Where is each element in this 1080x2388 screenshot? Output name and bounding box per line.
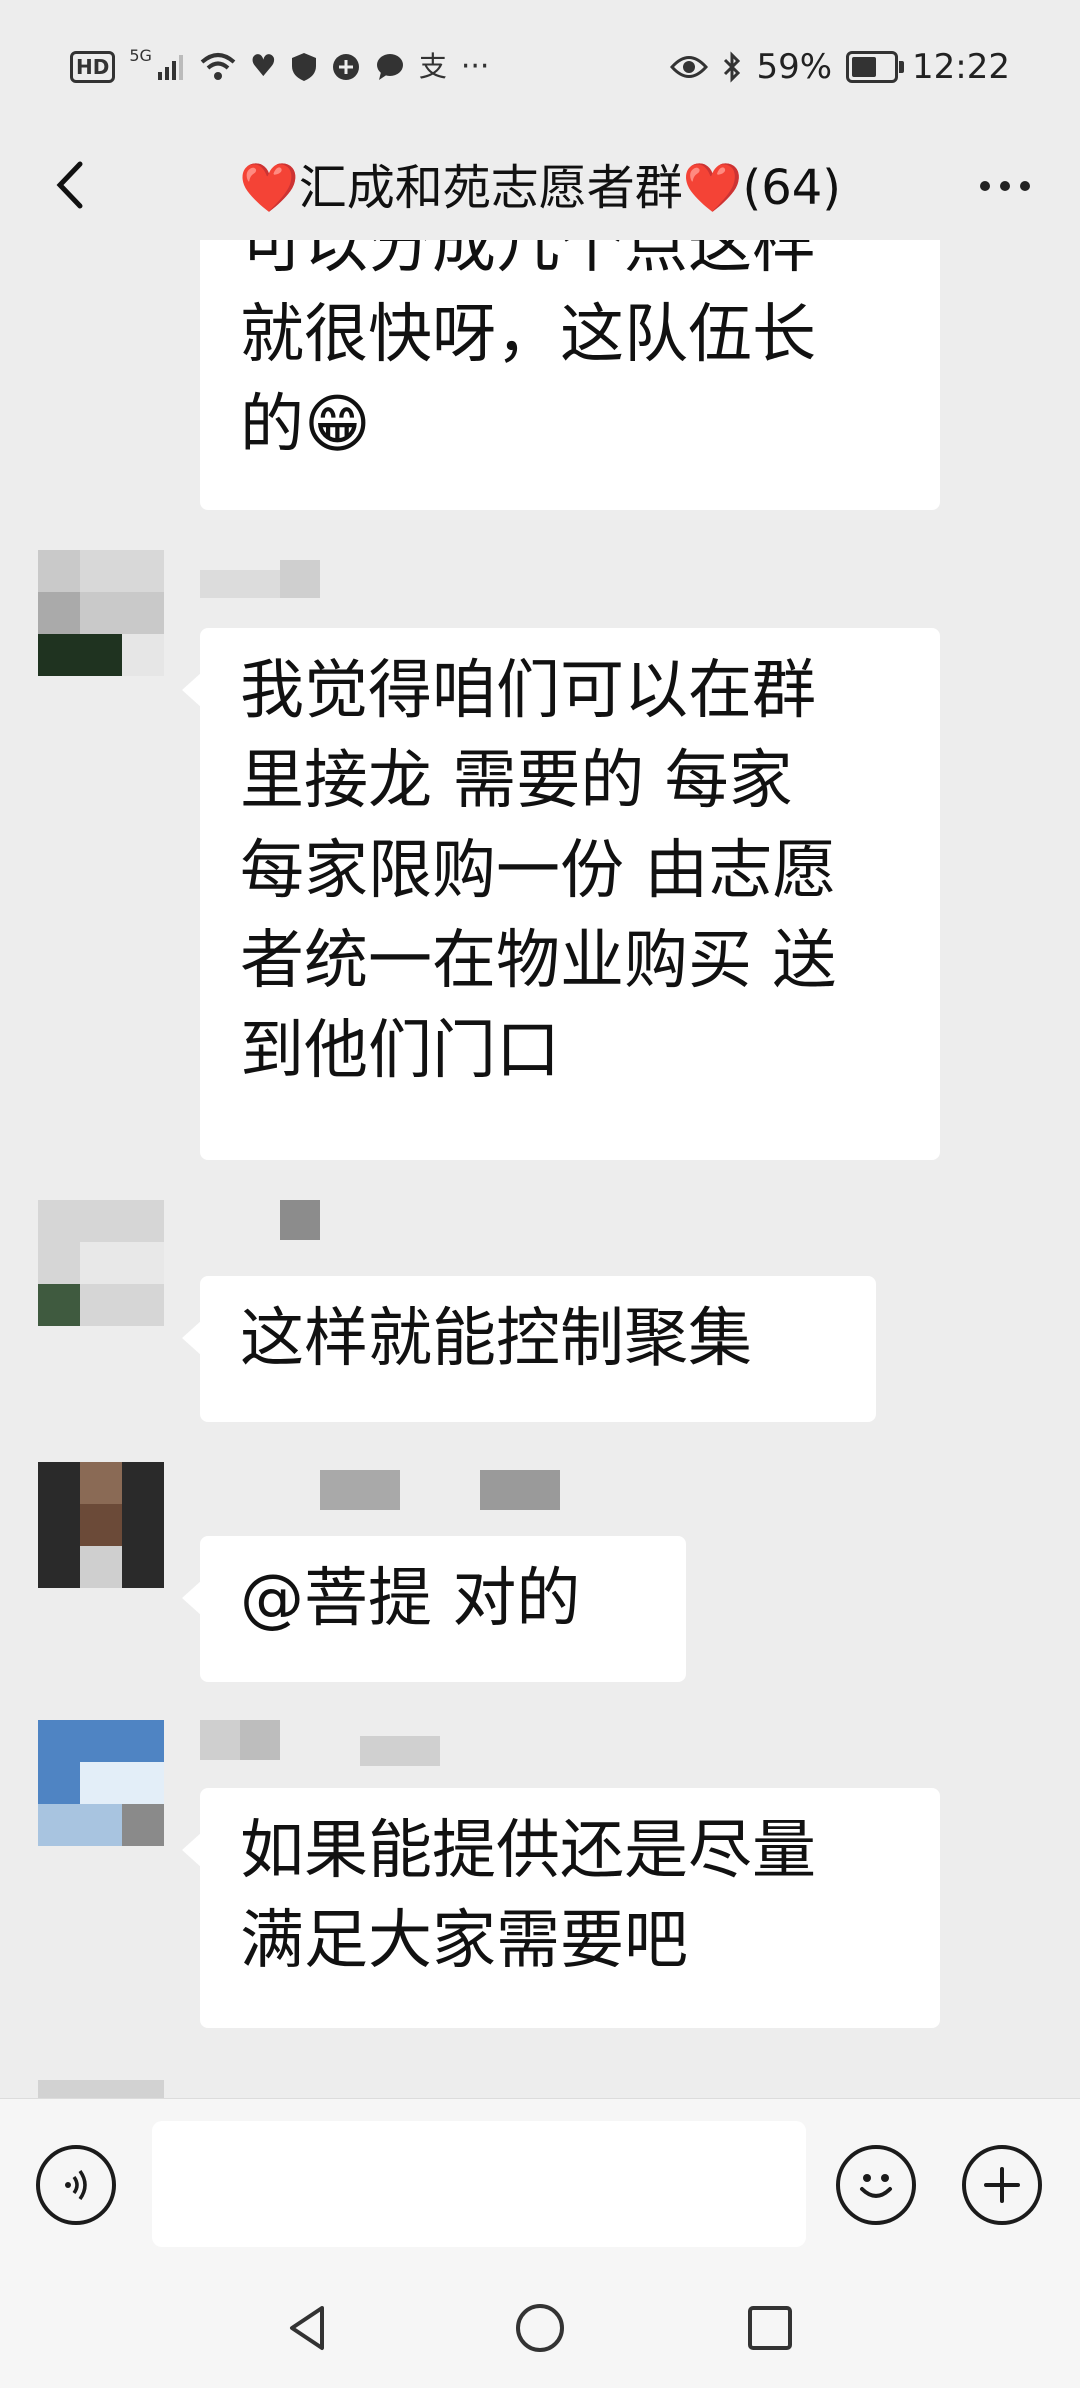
message-input[interactable] bbox=[152, 2121, 806, 2247]
sender-name-blurred bbox=[200, 1470, 560, 1514]
emoji-button[interactable] bbox=[836, 2145, 916, 2225]
heart-rate-icon: ♥ bbox=[249, 49, 277, 84]
chat-title[interactable]: ❤️汇成和苑志愿者群❤️(64) bbox=[0, 148, 1080, 218]
message-line: 里接龙 需要的 每家 bbox=[240, 744, 793, 818]
hd-badge: HD bbox=[70, 51, 116, 83]
avatar[interactable] bbox=[38, 1462, 164, 1588]
more-button[interactable] bbox=[970, 156, 1040, 216]
sender-name-blurred bbox=[200, 1720, 440, 1766]
triangle-back-icon[interactable] bbox=[280, 2300, 336, 2356]
voice-icon bbox=[65, 2169, 87, 2201]
group-name: 汇成和苑志愿者群 bbox=[298, 160, 683, 216]
sender-name-blurred bbox=[200, 560, 320, 604]
network-type-label: 5G bbox=[129, 45, 152, 65]
bubble-tail bbox=[182, 672, 202, 708]
more-notifications-icon: ··· bbox=[460, 49, 490, 84]
avatar-blur bbox=[80, 1242, 164, 1284]
chat-bubble-icon bbox=[376, 54, 403, 80]
message-bubble[interactable]: 这样就能控制聚集 bbox=[182, 1276, 876, 1422]
system-nav-bar bbox=[0, 2278, 1080, 2388]
message-line: @菩提 对的 bbox=[240, 1562, 581, 1636]
avatar-blur bbox=[38, 2080, 164, 2098]
message-line: 可以分成几个点这样 bbox=[240, 240, 816, 282]
bubble-tail bbox=[182, 1580, 202, 1616]
signal-icon bbox=[157, 55, 183, 80]
nick-blur bbox=[240, 1720, 280, 1760]
message-line: 到他们门口 bbox=[240, 1014, 560, 1088]
message-line: 如果能提供还是尽量 bbox=[240, 1814, 816, 1888]
avatar-blur bbox=[38, 592, 80, 634]
plus-icon bbox=[984, 2167, 1020, 2203]
avatar-blur bbox=[80, 1504, 122, 1546]
voice-button[interactable] bbox=[36, 2145, 116, 2225]
app-circle-icon bbox=[332, 54, 359, 80]
status-right: 59% 12:22 bbox=[670, 44, 1010, 90]
more-dot bbox=[980, 181, 990, 191]
avatar[interactable] bbox=[38, 1200, 164, 1326]
message-bubble[interactable]: @菩提 对的 bbox=[182, 1536, 686, 1682]
avatar-blur bbox=[38, 1284, 80, 1326]
member-count: (64) bbox=[742, 160, 842, 216]
nick-blur bbox=[280, 1200, 320, 1240]
avatar[interactable] bbox=[38, 1720, 164, 1846]
alipay-icon: 支 bbox=[418, 50, 447, 83]
message-line: 者统一在物业购买 送 bbox=[240, 924, 837, 998]
input-bar bbox=[0, 2098, 1080, 2279]
heart-right-icon: ❤️ bbox=[682, 160, 743, 216]
sender-name-blurred bbox=[200, 1200, 320, 1244]
bubble-tail bbox=[182, 1320, 202, 1356]
battery-tip bbox=[899, 61, 905, 73]
avatar-blur bbox=[122, 1804, 164, 1846]
message-line: 满足大家需要吧 bbox=[240, 1904, 688, 1978]
status-bar: HD 5G ♥ 支 ··· 59% 12:22 bbox=[0, 0, 1080, 130]
nick-blur bbox=[320, 1470, 400, 1510]
nick-blur bbox=[360, 1736, 440, 1766]
message-bubble[interactable]: 可以分成几个点这样 就很快呀，这队伍长 的😁 bbox=[200, 240, 940, 510]
heart-left-icon: ❤️ bbox=[238, 160, 299, 216]
message-bubble[interactable]: 如果能提供还是尽量 满足大家需要吧 bbox=[182, 1788, 940, 2028]
more-dot bbox=[1020, 181, 1030, 191]
message-bubble[interactable]: 我觉得咱们可以在群 里接龙 需要的 每家 每家限购一份 由志愿 者统一在物业购买… bbox=[182, 628, 940, 1160]
avatar-blur bbox=[80, 1762, 164, 1804]
clock: 12:22 bbox=[912, 47, 1010, 87]
status-left: HD 5G ♥ 支 ··· bbox=[70, 44, 489, 90]
shield-icon bbox=[291, 53, 316, 81]
circle-home-icon[interactable] bbox=[512, 2300, 568, 2356]
nick-blur bbox=[200, 570, 280, 598]
battery-percent: 59% bbox=[756, 47, 833, 87]
message-line: 就很快呀，这队伍长 bbox=[240, 298, 816, 372]
chat-header: ❤️汇成和苑志愿者群❤️(64) bbox=[0, 130, 1080, 240]
emoji-icon bbox=[860, 2174, 892, 2198]
battery-fill bbox=[852, 57, 876, 77]
battery-icon bbox=[846, 51, 905, 83]
message-line: 这样就能控制聚集 bbox=[240, 1302, 752, 1376]
eye-icon bbox=[670, 56, 709, 78]
bubble-tail bbox=[182, 1832, 202, 1868]
plus-button[interactable] bbox=[962, 2145, 1042, 2225]
message-line: 我觉得咱们可以在群 bbox=[240, 654, 816, 728]
nick-blur bbox=[200, 1720, 240, 1760]
more-dot bbox=[1000, 181, 1010, 191]
avatar[interactable] bbox=[38, 2080, 164, 2098]
message-list[interactable]: 可以分成几个点这样 就很快呀，这队伍长 的😁 我觉得咱们可以在群 里接龙 需要的… bbox=[0, 240, 1080, 2098]
nick-blur bbox=[280, 560, 320, 598]
square-recent-icon[interactable] bbox=[742, 2300, 798, 2356]
avatar-blur bbox=[80, 1546, 122, 1588]
avatar-blur bbox=[122, 634, 164, 676]
bluetooth-icon bbox=[724, 51, 741, 83]
wifi-icon bbox=[200, 53, 236, 80]
nick-blur bbox=[480, 1470, 560, 1510]
avatar[interactable] bbox=[38, 550, 164, 676]
avatar-blur bbox=[38, 634, 122, 676]
avatar-blur bbox=[80, 550, 164, 592]
message-line: 每家限购一份 由志愿 bbox=[240, 834, 837, 908]
message-line: 的😁 bbox=[240, 388, 371, 462]
avatar-blur bbox=[80, 1462, 122, 1504]
